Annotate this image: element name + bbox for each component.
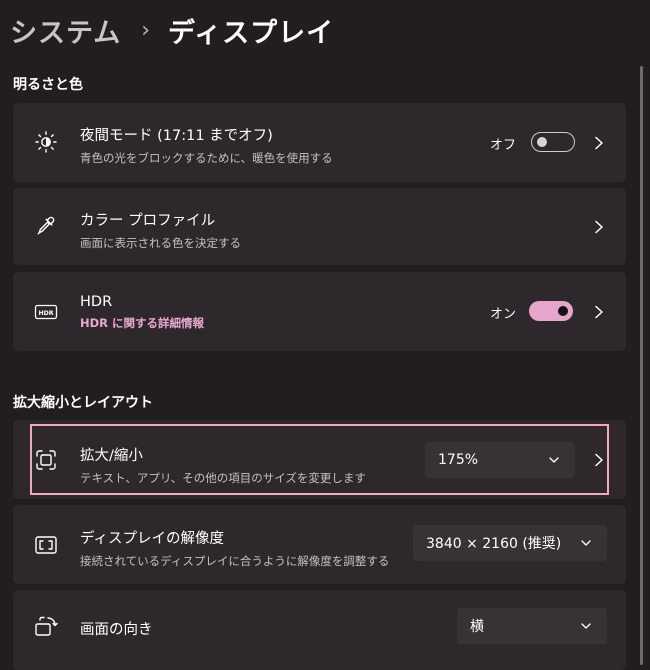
resolution-title: ディスプレイの解像度 bbox=[80, 531, 224, 547]
color-profile-title: カラー プロファイル bbox=[80, 213, 216, 229]
page-title: ディスプレイ bbox=[168, 17, 335, 49]
toggle-knob bbox=[537, 137, 547, 147]
eyedropper-icon bbox=[33, 213, 59, 239]
orientation-dropdown[interactable]: 横 bbox=[457, 608, 607, 644]
orientation-card[interactable]: 画面の向き 横 bbox=[13, 590, 626, 670]
section-title-brightness-color: 明るさと色 bbox=[13, 77, 83, 93]
chevron-right-icon[interactable] bbox=[594, 136, 604, 150]
orientation-dropdown-value: 横 bbox=[470, 619, 484, 635]
hdr-toggle-label: オン bbox=[490, 307, 517, 322]
rotate-screen-icon bbox=[33, 614, 59, 640]
resolution-subtitle: 接続されているディスプレイに合うように解像度を調整する bbox=[80, 554, 390, 568]
hdr-toggle[interactable] bbox=[529, 301, 573, 321]
vertical-scrollbar[interactable] bbox=[640, 66, 643, 665]
night-light-toggle-label: オフ bbox=[490, 138, 517, 153]
resolution-card[interactable]: ディスプレイの解像度 接続されているディスプレイに合うように解像度を調整する 3… bbox=[13, 505, 626, 584]
hdr-title: HDR bbox=[80, 294, 113, 310]
color-profile-card[interactable]: カラー プロファイル 画面に表示される色を決定する bbox=[13, 188, 626, 265]
scale-card[interactable]: 拡大/縮小 テキスト、アプリ、その他の項目のサイズを変更します 175% bbox=[13, 420, 626, 499]
night-light-subtitle: 青色の光をブロックするために、暖色を使用する bbox=[80, 151, 333, 165]
chevron-down-icon bbox=[581, 623, 591, 629]
resolution-dropdown[interactable]: 3840 × 2160 (推奨) bbox=[413, 525, 607, 561]
scale-title: 拡大/縮小 bbox=[80, 448, 143, 464]
chevron-down-icon bbox=[581, 540, 591, 546]
hdr-icon-text: HDR bbox=[38, 310, 53, 317]
brightness-sun-icon bbox=[33, 129, 59, 155]
hdr-card[interactable]: HDR HDR HDR に関する詳細情報 オン bbox=[13, 272, 626, 351]
scale-icon bbox=[33, 447, 59, 473]
breadcrumb-separator: › bbox=[141, 17, 151, 43]
chevron-right-icon[interactable] bbox=[594, 453, 604, 467]
scale-subtitle: テキスト、アプリ、その他の項目のサイズを変更します bbox=[80, 471, 366, 485]
night-light-toggle[interactable] bbox=[531, 132, 575, 152]
hdr-icon: HDR bbox=[33, 299, 59, 325]
hdr-learn-more-link[interactable]: HDR に関する詳細情報 bbox=[80, 315, 204, 331]
orientation-title: 画面の向き bbox=[80, 622, 153, 638]
chevron-right-icon[interactable] bbox=[594, 220, 604, 234]
chevron-down-icon bbox=[549, 457, 559, 463]
night-light-title: 夜間モード (17:11 までオフ) bbox=[80, 128, 273, 144]
chevron-right-icon[interactable] bbox=[594, 305, 604, 319]
night-light-card[interactable]: 夜間モード (17:11 までオフ) 青色の光をブロックするために、暖色を使用す… bbox=[13, 103, 626, 182]
scale-dropdown[interactable]: 175% bbox=[425, 442, 575, 478]
resolution-dropdown-value: 3840 × 2160 (推奨) bbox=[426, 536, 562, 552]
resolution-icon bbox=[33, 532, 59, 558]
scale-dropdown-value: 175% bbox=[438, 452, 479, 468]
breadcrumb-system-link[interactable]: システム bbox=[10, 11, 121, 50]
toggle-knob bbox=[558, 306, 568, 316]
color-profile-subtitle: 画面に表示される色を決定する bbox=[80, 236, 241, 250]
section-title-scale-layout: 拡大縮小とレイアウト bbox=[13, 395, 153, 411]
breadcrumb: システム › ディスプレイ bbox=[10, 8, 334, 52]
